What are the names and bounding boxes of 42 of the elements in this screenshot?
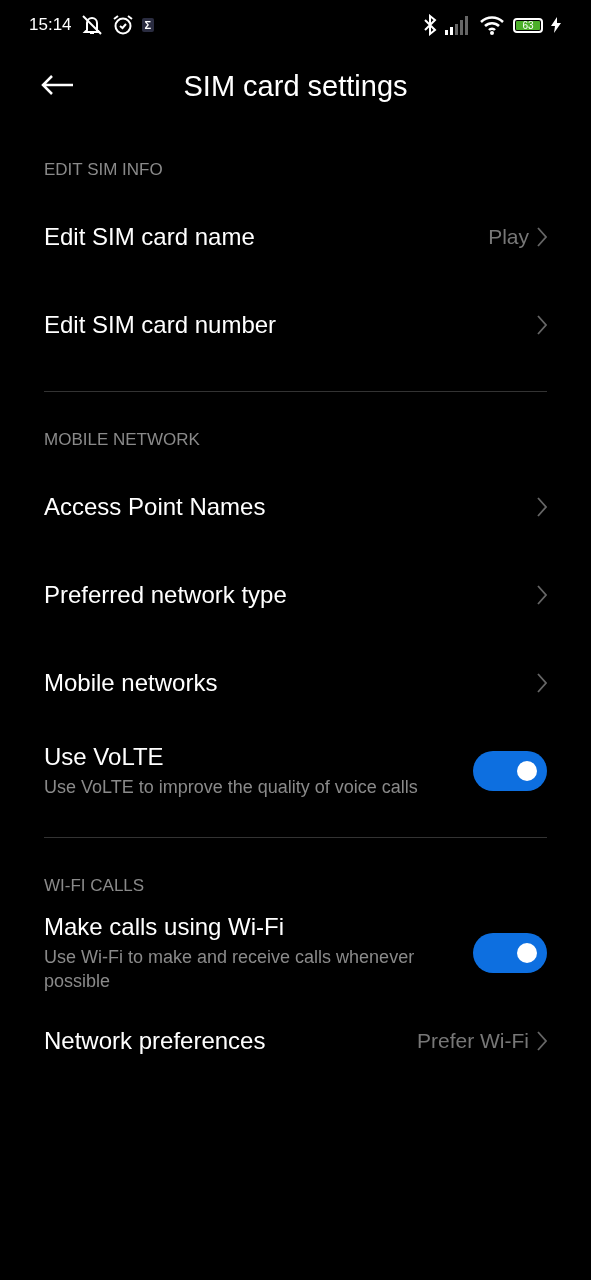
section-header: WI-FI CALLS — [44, 875, 146, 897]
setting-value: Play — [488, 225, 529, 249]
setting-value: Prefer Wi-Fi — [417, 1029, 529, 1053]
bluetooth-icon — [423, 14, 437, 36]
chevron-right-icon — [537, 227, 547, 247]
toggle-switch[interactable] — [473, 933, 547, 973]
charging-icon — [551, 17, 561, 33]
settings-row[interactable]: Access Point Names — [44, 463, 547, 551]
settings-row[interactable]: Edit SIM card name Play — [44, 193, 547, 281]
chevron-right-icon — [537, 497, 547, 517]
bell-off-icon — [79, 14, 104, 36]
setting-description: Use Wi-Fi to make and receive calls whenever possible — [44, 946, 416, 993]
settings-row[interactable]: Use VoLTE Use VoLTE to improve the quality of voice calls — [44, 727, 547, 815]
section-header: MOBILE NETWORK — [44, 429, 201, 451]
page-title: SIM card settings — [183, 69, 408, 103]
settings-row[interactable]: Make calls using Wi-Fi Use Wi-Fi to make and receive calls whenever possible — [44, 909, 547, 997]
setting-label: Edit SIM card number — [44, 311, 277, 339]
chevron-right-icon — [537, 673, 547, 693]
setting-label: Network preferences — [44, 1027, 266, 1055]
signal-icon — [445, 15, 471, 35]
setting-label: Preferred network type — [44, 581, 287, 609]
setting-label: Edit SIM card name — [44, 223, 255, 251]
setting-label: Make calls using Wi-Fi — [44, 913, 286, 941]
settings-row[interactable]: Network preferences Prefer Wi-Fi — [44, 997, 547, 1085]
chevron-right-icon — [537, 315, 547, 335]
chevron-right-icon — [537, 585, 547, 605]
status-time: 15:14 — [29, 15, 72, 35]
setting-label: Mobile networks — [44, 669, 218, 697]
back-arrow-icon — [40, 74, 74, 96]
setting-label: Use VoLTE — [44, 743, 165, 771]
section-header: EDIT SIM INFO — [44, 159, 164, 181]
setting-label: Access Point Names — [44, 493, 266, 521]
alarm-icon — [111, 14, 134, 36]
app-badge: Σ — [141, 18, 155, 32]
settings-row[interactable]: Edit SIM card number — [44, 281, 547, 369]
toggle-switch[interactable] — [473, 751, 547, 791]
settings-row[interactable]: Preferred network type — [44, 551, 547, 639]
setting-description: Use VoLTE to improve the quality of voice calls — [44, 776, 418, 799]
wifi-icon — [479, 15, 505, 35]
settings-row[interactable]: Mobile networks — [44, 639, 547, 727]
battery-level: 63 — [516, 20, 540, 30]
chevron-right-icon — [537, 1031, 547, 1051]
